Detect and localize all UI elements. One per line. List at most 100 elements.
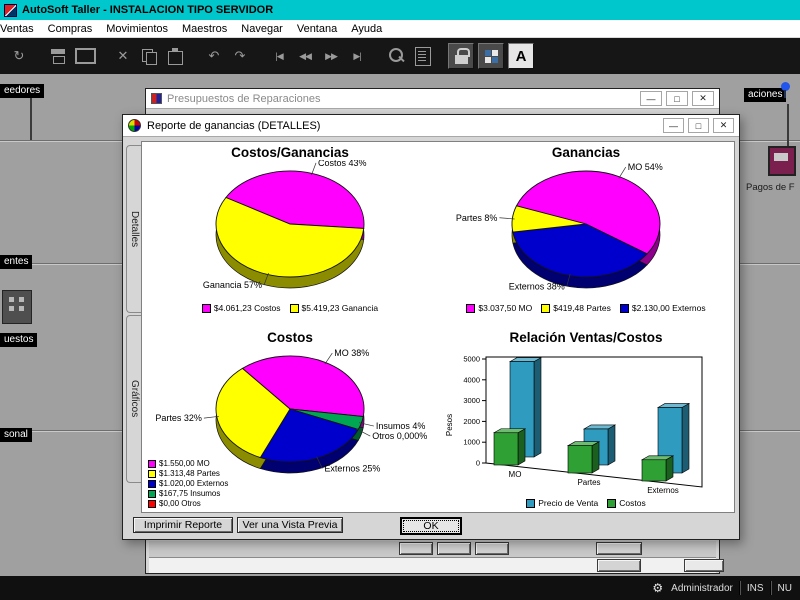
chart-legend: $3.037,50 MO $419,48 Partes $2.130,00 Exte… — [438, 303, 734, 313]
legend-label: $1.550,00 MO — [159, 459, 210, 468]
legend-swatch — [201, 303, 211, 313]
gear-icon: ⚙ — [652, 581, 664, 595]
chart-costos-ganancias: Costos/Ganancias Costos 43% Ganancia 57% … — [142, 142, 438, 327]
legend-label: Precio de Venta — [538, 498, 599, 508]
redo-icon[interactable]: ↷ — [227, 43, 253, 69]
menu-navegar[interactable]: Navegar — [234, 23, 290, 35]
legend-swatch — [148, 459, 156, 468]
search-icon[interactable] — [383, 43, 409, 69]
cut-icon[interactable]: ✕ — [110, 43, 136, 69]
lock-icon[interactable] — [448, 43, 474, 69]
app-icon — [4, 3, 17, 17]
chart-title: Costos — [267, 330, 313, 345]
menu-compras[interactable]: Compras — [41, 23, 100, 35]
chart-title: Costos/Ganancias — [231, 145, 349, 160]
chart-title: Relación Ventas/Costos — [509, 330, 663, 345]
legend-item: $1.550,00 MO — [148, 459, 228, 468]
svg-text:3000: 3000 — [463, 396, 480, 405]
tab-detalles-label: Detalles — [129, 210, 140, 248]
sidebar-item-personal[interactable]: sonal — [0, 428, 32, 442]
background-button[interactable] — [399, 542, 433, 555]
pagos-label: Pagos de F — [746, 182, 795, 193]
sidebar-item-presupuestos[interactable]: uestos — [0, 333, 38, 347]
menu-movimientos[interactable]: Movimientos — [99, 23, 175, 35]
maximize-button[interactable]: □ — [688, 118, 709, 133]
svg-text:1000: 1000 — [463, 438, 480, 447]
svg-text:MO 54%: MO 54% — [628, 162, 663, 172]
legend-swatch — [466, 303, 476, 313]
close-button[interactable]: ✕ — [692, 91, 714, 106]
legend-swatch — [148, 479, 156, 488]
window-titlebar[interactable]: AutoSoft Taller - INSTALACION TIPO SERVI… — [0, 0, 800, 20]
tab-graficos[interactable]: Gráficos — [126, 315, 142, 483]
svg-text:Externos 38%: Externos 38% — [509, 281, 565, 291]
menu-ventana[interactable]: Ventana — [290, 23, 344, 35]
statusbar-num: NU — [777, 582, 792, 594]
chart-legend: $1.550,00 MO $1.313,48 Partes $1.020,00 Ex… — [148, 459, 229, 508]
legend-label: $0,00 Otros — [159, 499, 201, 508]
svg-text:Costos 43%: Costos 43% — [318, 160, 367, 168]
legend-label: $4.061,23 Costos — [213, 303, 281, 313]
background-button[interactable] — [437, 542, 471, 555]
tab-detalles[interactable]: Detalles — [126, 145, 142, 313]
legend-item: $5.419,23 Ganancia — [289, 303, 378, 313]
svg-text:Partes 32%: Partes 32% — [155, 413, 202, 423]
dialog-presupuestos-titlebar[interactable]: Presupuestos de Reparaciones — □ ✕ — [146, 89, 719, 109]
monitor-icon[interactable] — [71, 43, 97, 69]
legend-item: $3.037,50 MO — [466, 303, 532, 313]
preview-button[interactable]: Ver una Vista Previa — [237, 517, 343, 533]
legend-item: Precio de Venta — [526, 498, 598, 508]
legend-swatch — [148, 499, 156, 508]
legend-label: $2.130,00 Externos — [631, 303, 706, 313]
background-button[interactable] — [684, 559, 724, 572]
pie-ganancias: MO 54% Externos 38% Partes 8% — [456, 162, 663, 291]
menu-ayuda[interactable]: Ayuda — [344, 23, 389, 35]
background-button[interactable] — [475, 542, 509, 555]
ok-button[interactable]: OK — [400, 517, 462, 535]
legend-item: $1.020,00 Externos — [148, 479, 228, 488]
building-icon[interactable] — [2, 290, 32, 324]
legend-swatch — [289, 303, 299, 313]
form-icon[interactable] — [409, 43, 435, 69]
paste-icon[interactable] — [162, 43, 188, 69]
print-report-button[interactable]: Imprimir Reporte — [133, 517, 233, 533]
legend-item: Costos — [607, 498, 646, 508]
prev-record-icon[interactable]: ◀◀ — [292, 43, 318, 69]
background-button[interactable] — [597, 559, 641, 572]
background-button[interactable] — [596, 542, 642, 555]
sidebar-item-reparaciones[interactable]: aciones — [744, 88, 787, 102]
svg-text:Partes 8%: Partes 8% — [456, 213, 498, 223]
menu-maestros[interactable]: Maestros — [175, 23, 234, 35]
close-button[interactable]: ✕ — [713, 118, 734, 133]
svg-text:MO 38%: MO 38% — [334, 348, 369, 358]
tiles-icon[interactable] — [478, 43, 504, 69]
dialog-reporte-titlebar[interactable]: Reporte de ganancias (DETALLES) — □ ✕ — [123, 115, 739, 137]
svg-text:Externos 25%: Externos 25% — [324, 463, 380, 473]
chart-relacion-ventas-costos: Relación Ventas/Costos 0 1000 2000 3000 4000… — [438, 327, 734, 512]
dialog-button-row: Imprimir Reporte Ver una Vista Previa OK — [123, 517, 739, 539]
last-record-icon[interactable]: ▶| — [344, 43, 370, 69]
legend-label: $1.020,00 Externos — [159, 479, 229, 488]
legend-swatch — [526, 498, 536, 508]
statusbar: ⚙ Administrador INS NU — [0, 576, 800, 600]
minimize-button[interactable]: — — [640, 91, 662, 106]
next-record-icon[interactable]: ▶▶ — [318, 43, 344, 69]
menu-ventas[interactable]: Ventas — [0, 23, 41, 35]
refresh-icon[interactable]: ↻ — [6, 43, 32, 69]
statusbar-user: Administrador — [671, 582, 733, 594]
sidebar-item-clientes[interactable]: entes — [0, 255, 33, 269]
sidebar-item-proveedores[interactable]: eedores — [0, 84, 45, 98]
legend-label: $3.037,50 MO — [478, 303, 533, 313]
font-icon[interactable]: A — [508, 43, 534, 69]
pushpin-icon[interactable] — [781, 82, 790, 98]
maximize-button[interactable]: □ — [666, 91, 688, 106]
undo-icon[interactable]: ↶ — [201, 43, 227, 69]
legend-item: $167,75 Insumos — [148, 489, 228, 498]
chart-costos: Costos MO 38% Insumos 4% Otros 0,000% Exter… — [142, 327, 438, 512]
copy-icon[interactable] — [136, 43, 162, 69]
print-icon[interactable] — [45, 43, 71, 69]
legend-swatch — [148, 469, 156, 478]
pagos-icon[interactable] — [768, 146, 796, 176]
first-record-icon[interactable]: |◀ — [266, 43, 292, 69]
minimize-button[interactable]: — — [663, 118, 684, 133]
